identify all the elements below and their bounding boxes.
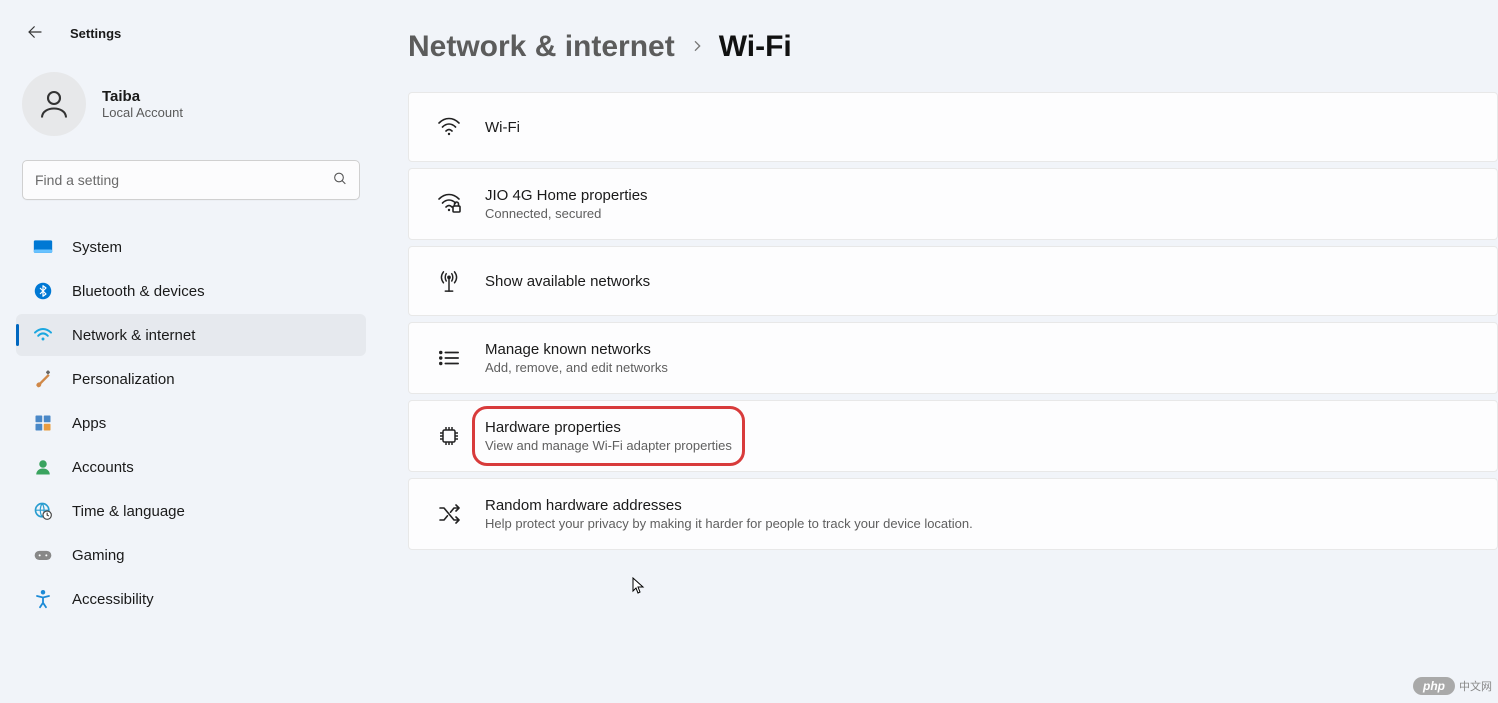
card-sub: Connected, secured	[485, 206, 648, 221]
available-networks-card[interactable]: Show available networks	[408, 246, 1498, 316]
sidebar-item-label: System	[72, 239, 122, 256]
search-input[interactable]	[22, 160, 360, 200]
back-arrow-icon	[26, 23, 44, 44]
globe-clock-icon	[32, 500, 54, 522]
accounts-icon	[32, 456, 54, 478]
sidebar-item-personalization[interactable]: Personalization	[16, 358, 366, 400]
sidebar-item-label: Gaming	[72, 547, 125, 564]
sidebar-item-label: Accounts	[72, 459, 134, 476]
app-title: Settings	[70, 26, 121, 41]
card-title: Show available networks	[485, 273, 650, 290]
sidebar-item-label: Time & language	[72, 503, 185, 520]
system-icon	[32, 236, 54, 258]
card-sub: Help protect your privacy by making it h…	[485, 516, 973, 531]
card-title: Manage known networks	[485, 341, 668, 358]
card-title: Wi-Fi	[485, 119, 520, 136]
chip-icon	[431, 424, 467, 448]
list-icon	[431, 349, 467, 367]
profile-sub: Local Account	[102, 105, 183, 120]
sidebar-item-apps[interactable]: Apps	[16, 402, 366, 444]
sidebar-item-accounts[interactable]: Accounts	[16, 446, 366, 488]
php-logo-icon: php	[1413, 677, 1455, 695]
wifi-card[interactable]: Wi-Fi	[408, 92, 1498, 162]
hardware-properties-card[interactable]: Hardware properties View and manage Wi-F…	[408, 400, 1498, 472]
sidebar-item-label: Apps	[72, 415, 106, 432]
breadcrumb-parent[interactable]: Network & internet	[408, 30, 675, 64]
breadcrumb: Network & internet Wi-Fi	[408, 30, 1498, 64]
card-title: Hardware properties	[485, 419, 732, 436]
sidebar-item-bluetooth[interactable]: Bluetooth & devices	[16, 270, 366, 312]
chevron-right-icon	[689, 38, 705, 57]
back-button[interactable]	[22, 20, 48, 46]
bluetooth-icon	[32, 280, 54, 302]
random-hw-addresses-card[interactable]: Random hardware addresses Help protect y…	[408, 478, 1498, 550]
wifi-icon	[32, 324, 54, 346]
sidebar-item-network[interactable]: Network & internet	[16, 314, 366, 356]
network-properties-card[interactable]: JIO 4G Home properties Connected, secure…	[408, 168, 1498, 240]
sidebar-item-system[interactable]: System	[16, 226, 366, 268]
sidebar-item-label: Network & internet	[72, 327, 195, 344]
wifi-icon	[431, 117, 467, 137]
sidebar-item-accessibility[interactable]: Accessibility	[16, 578, 366, 620]
card-title: JIO 4G Home properties	[485, 187, 648, 204]
profile-name: Taiba	[102, 88, 183, 105]
watermark-text: 中文网	[1459, 678, 1492, 694]
sidebar-item-label: Bluetooth & devices	[72, 283, 205, 300]
breadcrumb-current: Wi-Fi	[719, 30, 792, 64]
sidebar-item-label: Personalization	[72, 371, 175, 388]
sidebar-item-label: Accessibility	[72, 591, 154, 608]
card-sub: View and manage Wi-Fi adapter properties	[485, 438, 732, 453]
card-sub: Add, remove, and edit networks	[485, 360, 668, 375]
sidebar-item-gaming[interactable]: Gaming	[16, 534, 366, 576]
apps-icon	[32, 412, 54, 434]
brush-icon	[32, 368, 54, 390]
manage-known-networks-card[interactable]: Manage known networks Add, remove, and e…	[408, 322, 1498, 394]
card-title: Random hardware addresses	[485, 497, 973, 514]
nav-list: System Bluetooth & devices Network & int…	[16, 226, 366, 620]
watermark: php 中文网	[1413, 677, 1492, 695]
user-profile[interactable]: Taiba Local Account	[22, 72, 366, 136]
wifi-secured-icon	[431, 193, 467, 215]
sidebar-item-time-language[interactable]: Time & language	[16, 490, 366, 532]
antenna-icon	[431, 269, 467, 293]
avatar	[22, 72, 86, 136]
shuffle-icon	[431, 504, 467, 524]
gaming-icon	[32, 544, 54, 566]
accessibility-icon	[32, 588, 54, 610]
